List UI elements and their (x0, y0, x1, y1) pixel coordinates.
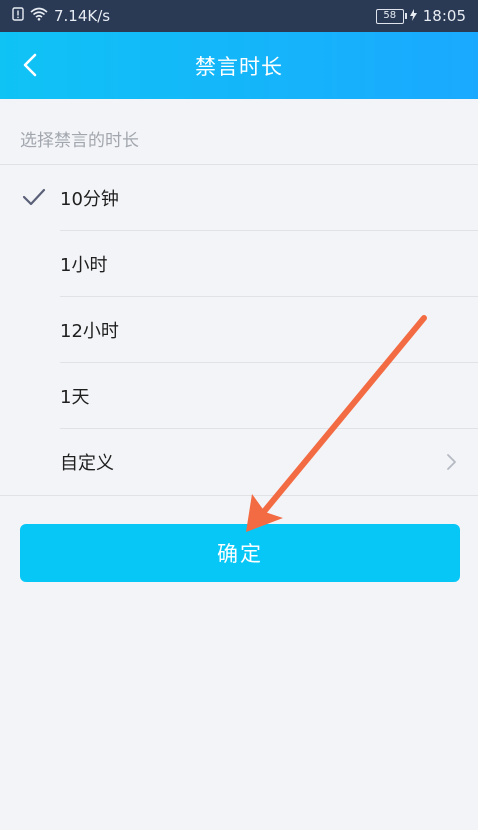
status-left: 7.14K/s (12, 7, 110, 25)
option-label: 1小时 (60, 255, 108, 276)
confirm-button[interactable]: 确定 (20, 524, 460, 582)
section-hint: 选择禁言的时长 (20, 131, 139, 151)
wifi-icon (30, 7, 48, 25)
charging-icon (409, 7, 417, 25)
page-title: 禁言时长 (195, 54, 283, 79)
option-1-hour[interactable]: 1小时 (0, 231, 478, 297)
duration-option-list: 10分钟 1小时 12小时 1天 自定义 (0, 164, 478, 496)
battery-icon: 58 (375, 8, 407, 24)
status-right: 58 18:05 (375, 7, 466, 25)
checkmark-icon (22, 187, 46, 207)
option-label: 自定义 (60, 453, 114, 474)
sim-alert-icon (12, 7, 24, 25)
status-bar: 7.14K/s 58 18:05 (0, 0, 478, 32)
nav-header: 禁言时长 (0, 32, 478, 99)
option-custom[interactable]: 自定义 (0, 429, 478, 495)
battery-level: 58 (383, 10, 397, 21)
option-label: 10分钟 (60, 189, 119, 210)
option-10-minutes[interactable]: 10分钟 (0, 165, 478, 231)
network-speed: 7.14K/s (54, 7, 111, 25)
option-1-day[interactable]: 1天 (0, 363, 478, 429)
option-label: 12小时 (60, 321, 119, 342)
back-arrow-icon[interactable] (16, 50, 46, 80)
option-12-hours[interactable]: 12小时 (0, 297, 478, 363)
clock-time: 18:05 (422, 7, 466, 25)
chevron-right-icon (446, 453, 458, 471)
option-label: 1天 (60, 387, 90, 408)
